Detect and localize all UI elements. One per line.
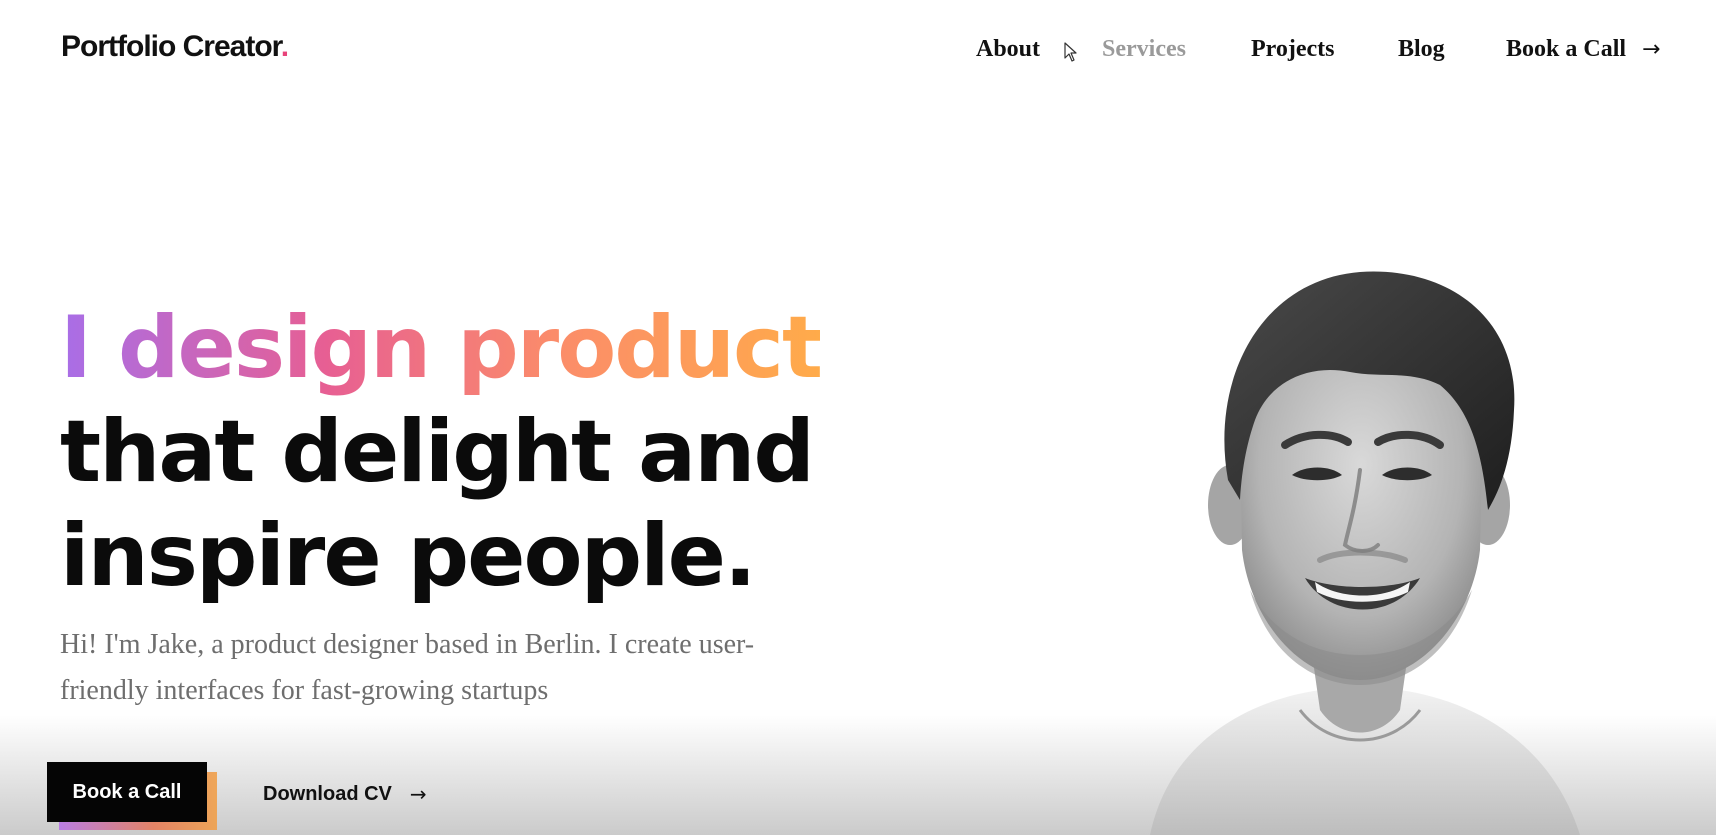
- book-a-call-button[interactable]: Book a Call: [47, 762, 207, 822]
- nav-link-services[interactable]: Services: [1102, 36, 1186, 63]
- hero-intro-text: Hi! I'm Jake, a product designer based i…: [60, 629, 755, 706]
- hero-headline-line-2: that delight and: [60, 402, 815, 502]
- nav-link-about[interactable]: About: [976, 36, 1040, 63]
- nav-book-label: Book a Call: [1506, 36, 1627, 62]
- hero-headline-line-3: inspire people.: [60, 506, 757, 606]
- nav-link-book-a-call[interactable]: Book a Call →: [1506, 36, 1660, 63]
- hero-headline-line-1: I design products: [60, 298, 872, 398]
- hero-headline: I design products that delight and inspi…: [60, 296, 872, 608]
- portrait-photo: [1150, 271, 1580, 835]
- download-cv-label: Download CV: [263, 782, 392, 805]
- arrow-right-icon: →: [1642, 37, 1661, 62]
- nav-link-blog[interactable]: Blog: [1398, 36, 1445, 63]
- mouse-cursor-icon: [1064, 42, 1077, 62]
- primary-cta-group: Book a Call: [47, 762, 217, 830]
- main-navigation: About Services Projects Blog Book a Call…: [0, 36, 1716, 72]
- nav-link-projects[interactable]: Projects: [1251, 36, 1335, 63]
- download-cv-link[interactable]: Download CV →: [263, 776, 427, 812]
- arrow-right-icon: →: [409, 782, 427, 806]
